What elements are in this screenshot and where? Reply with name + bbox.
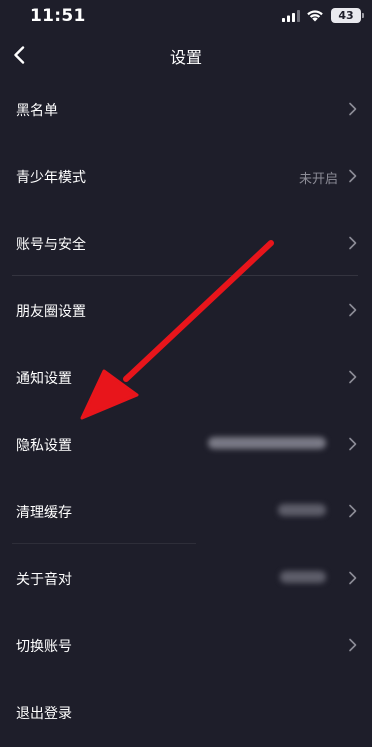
blurred-value: [280, 571, 326, 583]
settings-item-logout[interactable]: 退出登录: [0, 679, 372, 746]
signal-icon: [282, 10, 300, 22]
chevron-right-icon: [349, 169, 357, 183]
chevron-right-icon: [349, 437, 357, 451]
settings-item-notifications[interactable]: 通知设置: [0, 344, 372, 411]
settings-item-clear-cache[interactable]: 清理缓存: [0, 478, 372, 545]
chevron-right-icon: [349, 370, 357, 384]
status-bar: 11:51 43: [0, 0, 372, 36]
blurred-value: [278, 504, 326, 516]
settings-item-moments[interactable]: 朋友圈设置: [0, 277, 372, 344]
chevron-right-icon: [349, 236, 357, 250]
chevron-right-icon: [349, 102, 357, 116]
settings-item-label: 隐私设置: [16, 438, 72, 454]
settings-item-label: 账号与安全: [16, 237, 86, 253]
section-divider: [12, 543, 196, 544]
section-divider: [12, 275, 358, 276]
page-title: 设置: [169, 48, 202, 67]
settings-item-label: 朋友圈设置: [16, 304, 86, 320]
blurred-value: [208, 437, 326, 449]
settings-item-teen-mode[interactable]: 青少年模式 未开启: [0, 143, 372, 210]
wifi-icon: [307, 10, 323, 22]
chevron-right-icon: [349, 303, 357, 317]
settings-item-label: 青少年模式: [16, 170, 86, 186]
settings-item-label: 黑名单: [16, 103, 58, 119]
chevron-right-icon: [349, 638, 357, 652]
settings-list: 黑名单 青少年模式 未开启 账号与安全 朋友圈设置 通知设置 隐私设置 清理缓存…: [0, 76, 372, 746]
settings-item-privacy[interactable]: 隐私设置: [0, 411, 372, 478]
settings-item-about[interactable]: 关于音对: [0, 545, 372, 612]
teen-mode-status: 未开启: [298, 172, 338, 187]
chevron-right-icon: [349, 571, 357, 585]
settings-item-label: 清理缓存: [16, 505, 72, 521]
settings-item-label: 关于音对: [16, 572, 72, 588]
settings-item-blacklist[interactable]: 黑名单: [0, 76, 372, 143]
settings-item-account-security[interactable]: 账号与安全: [0, 210, 372, 277]
status-time: 11:51: [30, 6, 86, 26]
settings-item-switch-account[interactable]: 切换账号: [0, 612, 372, 679]
settings-item-label: 通知设置: [16, 371, 72, 387]
battery-indicator: 43: [331, 8, 364, 23]
settings-item-label: 退出登录: [16, 706, 72, 722]
settings-item-label: 切换账号: [16, 639, 72, 655]
chevron-right-icon: [349, 504, 357, 518]
nav-bar: 设置: [0, 36, 372, 76]
